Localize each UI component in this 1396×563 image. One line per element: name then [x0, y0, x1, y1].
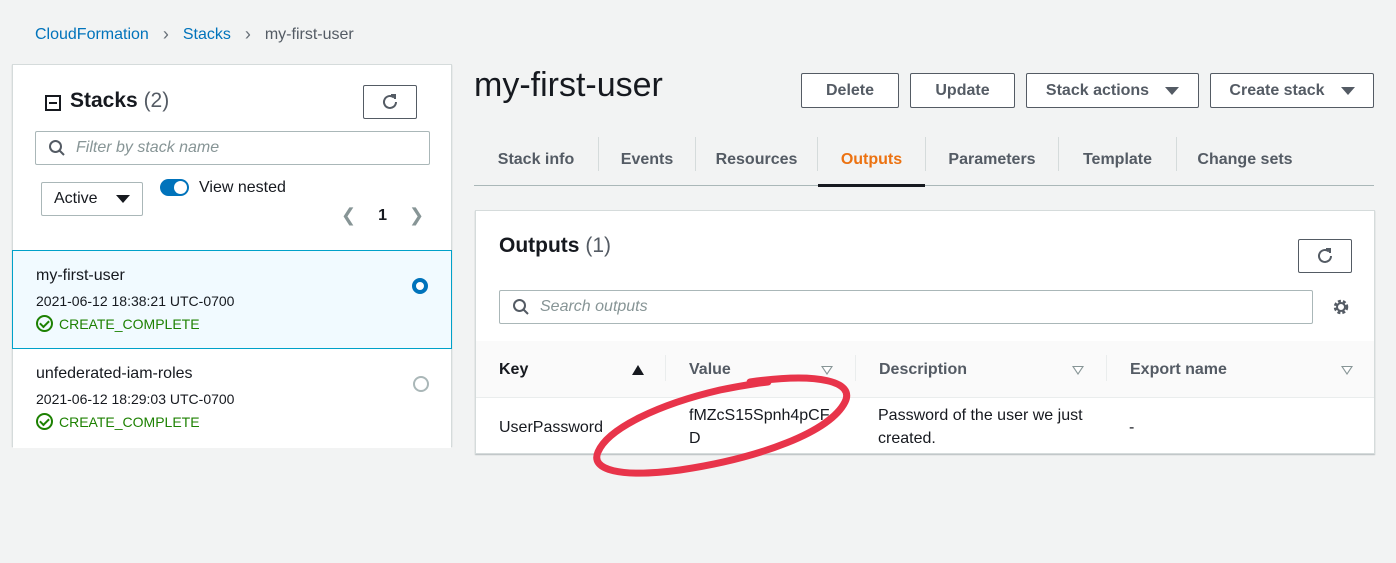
refresh-stacks-button[interactable]	[363, 85, 417, 119]
panel-title-text: Stacks	[70, 89, 138, 112]
status-filter-value: Active	[54, 190, 98, 207]
column-divider	[665, 355, 666, 381]
output-value-line2: D	[689, 430, 701, 447]
column-value[interactable]: Value	[689, 361, 731, 379]
stack-name: my-first-user	[36, 267, 125, 284]
output-description-line1: Password of the user we just	[878, 407, 1083, 424]
view-nested-toggle[interactable]	[160, 179, 189, 196]
caret-down-icon	[1340, 86, 1355, 95]
update-button[interactable]: Update	[910, 73, 1015, 108]
collapse-icon[interactable]	[45, 95, 61, 111]
status-filter-select[interactable]: Active	[41, 182, 143, 216]
refresh-outputs-button[interactable]	[1298, 239, 1352, 273]
stack-date: 2021-06-12 18:38:21 UTC-0700	[36, 293, 235, 309]
output-value-line1: fMZcS15Spnh4pCF	[689, 407, 830, 424]
stack-status-text: CREATE_COMPLETE	[59, 315, 200, 332]
stack-status-text: CREATE_COMPLETE	[59, 413, 200, 430]
column-description[interactable]: Description	[879, 361, 967, 379]
check-circle-icon	[36, 413, 53, 430]
delete-button[interactable]: Delete	[801, 73, 899, 108]
column-key[interactable]: Key	[499, 361, 528, 379]
outputs-title: Outputs (1)	[499, 234, 611, 258]
chevron-right-icon: ›	[244, 24, 251, 44]
stacks-panel: Stacks (2) Active View nested ❮ 1 ❯ my-f…	[12, 64, 452, 448]
create-stack-label: Create stack	[1229, 81, 1325, 99]
filter-stacks-input[interactable]	[76, 139, 416, 157]
column-divider	[855, 355, 856, 381]
check-circle-icon	[36, 315, 53, 332]
output-key: UserPassword	[499, 419, 604, 436]
breadcrumb-cloudformation[interactable]: CloudFormation	[35, 26, 149, 44]
stack-row[interactable]: unfederated-iam-roles 2021-06-12 18:29:0…	[13, 349, 451, 448]
sort-icon[interactable]	[1341, 366, 1353, 375]
sort-icon[interactable]	[1072, 366, 1084, 375]
breadcrumb: CloudFormation › Stacks › my-first-user	[35, 24, 354, 45]
caret-down-icon	[1165, 86, 1180, 95]
outputs-count: (1)	[585, 234, 611, 257]
filter-stacks-field	[35, 131, 430, 165]
stacks-count: (2)	[143, 89, 170, 112]
previous-page-icon[interactable]: ❮	[341, 205, 356, 226]
tab-resources[interactable]: Resources	[696, 134, 817, 186]
tab-outputs[interactable]: Outputs	[818, 134, 925, 187]
search-outputs-input[interactable]	[540, 298, 1300, 316]
stack-radio[interactable]	[413, 376, 429, 392]
outputs-table-header: Key Value Description Export name	[476, 341, 1374, 398]
gear-icon[interactable]	[1331, 297, 1351, 322]
outputs-title-text: Outputs	[499, 234, 580, 257]
chevron-right-icon: ›	[162, 24, 169, 44]
stack-actions-label: Stack actions	[1045, 81, 1150, 99]
panel-title: Stacks (2)	[70, 89, 169, 113]
stack-row[interactable]: my-first-user 2021-06-12 18:38:21 UTC-07…	[12, 250, 452, 349]
refresh-icon	[1318, 248, 1332, 263]
page-title: my-first-user	[474, 66, 663, 104]
stack-actions-button[interactable]: Stack actions	[1026, 73, 1199, 108]
breadcrumb-current: my-first-user	[264, 25, 354, 43]
stack-status: CREATE_COMPLETE	[36, 413, 427, 430]
stack-date: 2021-06-12 18:29:03 UTC-0700	[36, 391, 235, 407]
next-page-icon[interactable]: ❯	[409, 205, 424, 226]
column-divider	[1106, 355, 1107, 381]
tab-events[interactable]: Events	[599, 134, 695, 186]
stack-name: unfederated-iam-roles	[36, 365, 193, 382]
output-value: fMZcS15Spnh4pCF D	[689, 404, 830, 450]
output-description-line2: created.	[878, 430, 936, 447]
view-nested-label: View nested	[199, 179, 286, 196]
caret-down-icon	[116, 195, 130, 203]
tab-parameters[interactable]: Parameters	[926, 134, 1058, 186]
output-export-name: -	[1129, 419, 1135, 436]
refresh-icon	[383, 94, 397, 109]
search-icon	[49, 140, 65, 156]
column-export-name[interactable]: Export name	[1130, 361, 1227, 379]
pagination: ❮ 1 ❯	[341, 205, 424, 226]
output-description: Password of the user we just created.	[878, 404, 1083, 450]
outputs-panel: Outputs (1) Key Value Description Export…	[475, 210, 1375, 454]
stack-radio[interactable]	[412, 278, 428, 294]
table-row: UserPassword fMZcS15Spnh4pCF D Password …	[476, 398, 1374, 453]
sort-icon[interactable]	[821, 366, 833, 375]
sort-ascending-icon[interactable]	[632, 365, 644, 375]
create-stack-button[interactable]: Create stack	[1210, 73, 1374, 108]
stack-status: CREATE_COMPLETE	[36, 315, 427, 332]
tab-template[interactable]: Template	[1059, 134, 1176, 186]
search-icon	[513, 299, 529, 315]
tab-stack-info[interactable]: Stack info	[474, 134, 598, 186]
search-outputs-field	[499, 290, 1313, 324]
current-page[interactable]: 1	[378, 207, 387, 225]
breadcrumb-stacks[interactable]: Stacks	[183, 26, 231, 44]
stack-tabs: Stack info Events Resources Outputs Para…	[474, 134, 1374, 187]
tab-change-sets[interactable]: Change sets	[1177, 134, 1313, 186]
